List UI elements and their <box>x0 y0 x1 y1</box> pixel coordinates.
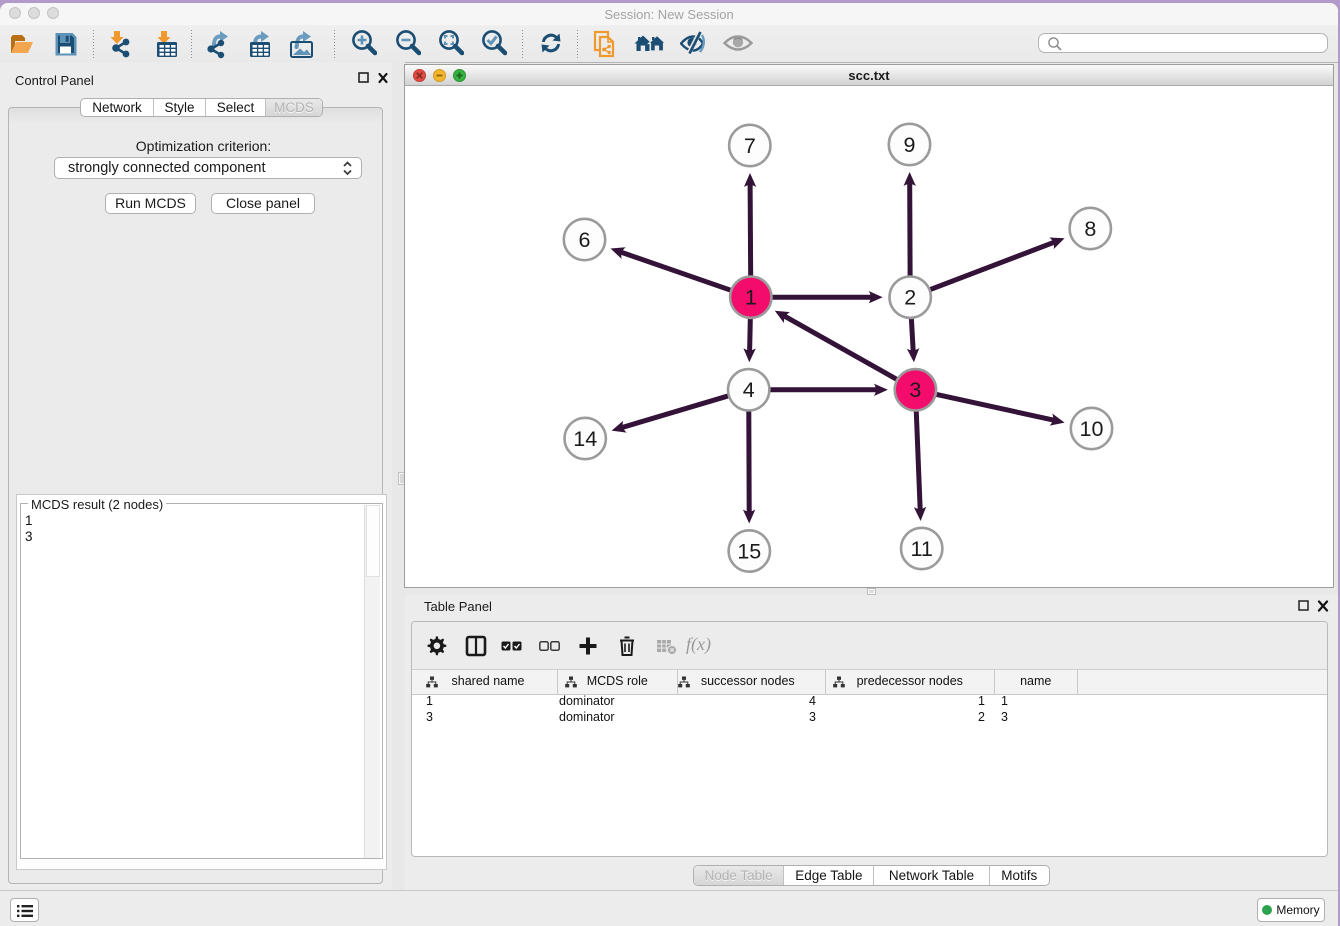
svg-text:9: 9 <box>904 133 916 157</box>
svg-text:14: 14 <box>573 427 597 451</box>
svg-text:4: 4 <box>743 378 755 402</box>
svg-text:1: 1 <box>745 286 757 310</box>
svg-text:7: 7 <box>744 134 756 158</box>
svg-text:2: 2 <box>904 286 916 310</box>
svg-text:8: 8 <box>1084 217 1096 241</box>
svg-text:11: 11 <box>911 537 933 561</box>
svg-text:10: 10 <box>1080 417 1104 441</box>
svg-text:15: 15 <box>737 539 761 563</box>
svg-text:3: 3 <box>909 378 921 402</box>
svg-text:6: 6 <box>579 228 591 252</box>
